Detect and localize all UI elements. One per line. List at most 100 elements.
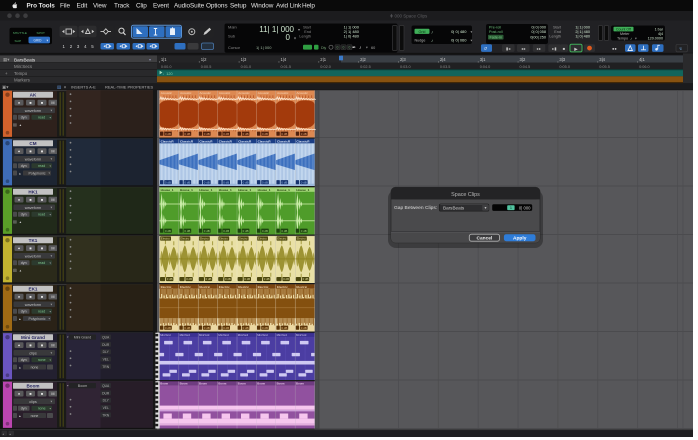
svg-text:▾: ▾	[298, 27, 300, 32]
svg-text:TK1: TK1	[29, 238, 38, 243]
svg-text:GRID: GRID	[34, 39, 43, 43]
svg-text:INSERTS A-E: INSERTS A-E	[71, 85, 96, 90]
svg-text:SLIP: SLIP	[15, 39, 22, 43]
svg-text:waveform: waveform	[25, 109, 41, 113]
svg-text:M: M	[51, 295, 54, 299]
svg-text:SHUTTLE: SHUTTLE	[13, 31, 27, 35]
svg-text:Options: Options	[206, 3, 227, 10]
svg-text:0:00.0: 0:00.0	[161, 65, 172, 69]
svg-text:Apply: Apply	[513, 235, 527, 241]
svg-text:↯: ↯	[679, 46, 682, 51]
svg-text:Edit: Edit	[77, 3, 88, 10]
svg-text:▴: ▴	[20, 220, 22, 224]
svg-text:DUR: DUR	[102, 391, 110, 395]
svg-text:dyn: dyn	[21, 358, 27, 362]
svg-text:▾: ▾	[51, 303, 53, 307]
svg-text:+: +	[5, 71, 8, 76]
svg-text:●: ●	[18, 198, 20, 202]
svg-text:Cancel: Cancel	[477, 235, 493, 241]
svg-text:▾: ▾	[51, 157, 53, 161]
svg-text:Min:Secs: Min:Secs	[14, 64, 33, 69]
svg-text:0| 000: 0| 000	[519, 205, 531, 210]
svg-text:Main: Main	[228, 25, 237, 30]
svg-text:3|2: 3|2	[520, 57, 526, 62]
svg-text:▴: ▴	[20, 123, 22, 127]
svg-text:1| 0| 480: 1| 0| 480	[344, 33, 360, 38]
svg-text:1| 1| 000: 1| 1| 000	[575, 25, 590, 29]
svg-text:▾: ▾	[635, 36, 637, 40]
svg-text:✒: ✒	[352, 45, 356, 51]
svg-text:Nudge: Nudge	[415, 39, 426, 43]
svg-text:Gap Between Clips:: Gap Between Clips:	[394, 205, 437, 211]
svg-text:Setup: Setup	[230, 3, 247, 10]
svg-text:DUR: DUR	[102, 343, 110, 347]
svg-text:●: ●	[18, 101, 20, 105]
svg-text:Markers: Markers	[14, 78, 31, 83]
svg-text:●: ●	[18, 295, 20, 299]
svg-text:●: ●	[18, 150, 20, 154]
svg-text:Grid: Grid	[419, 30, 426, 34]
svg-text:0: 0	[349, 46, 351, 50]
svg-text:0| 0| 000: 0| 0| 000	[531, 26, 546, 30]
svg-text:dyn: dyn	[21, 116, 27, 120]
svg-text:▾: ▾	[366, 46, 368, 50]
svg-text:1|4: 1|4	[280, 57, 286, 62]
svg-text:dyn: dyn	[21, 310, 27, 314]
svg-text:Length: Length	[549, 34, 561, 38]
svg-text:▮◂: ▮◂	[506, 46, 510, 51]
svg-text:0:05.0: 0:05.0	[559, 65, 570, 69]
svg-text:▾: ▾	[51, 351, 53, 355]
svg-text:3|3: 3|3	[559, 57, 565, 62]
svg-text:0:03.0: 0:03.0	[400, 65, 411, 69]
svg-text:♪: ♪	[431, 30, 433, 35]
svg-text:◂◂: ◂◂	[521, 46, 525, 51]
svg-text:Count Off: Count Off	[616, 28, 631, 32]
svg-text:0:01.0: 0:01.0	[241, 65, 252, 69]
svg-text:M: M	[51, 392, 54, 396]
svg-text:Pre-roll: Pre-roll	[489, 26, 501, 30]
svg-text:read: read	[38, 310, 45, 314]
svg-text:1|2: 1|2	[201, 57, 207, 62]
svg-text:▤: ▤	[13, 220, 17, 224]
svg-text:TRN: TRN	[102, 365, 109, 369]
svg-text:waveform: waveform	[25, 254, 41, 258]
svg-text:0:05.5: 0:05.5	[599, 65, 610, 69]
svg-text:dyn: dyn	[21, 261, 27, 265]
svg-text:▴: ▴	[20, 269, 22, 273]
svg-text:♪: ♪	[630, 36, 632, 41]
svg-text:0: 0	[343, 46, 345, 50]
svg-text:▤: ▤	[13, 123, 17, 127]
svg-text:▾: ▾	[471, 38, 473, 42]
svg-text:SPOT: SPOT	[37, 31, 46, 35]
svg-text:1|1: 1|1	[161, 57, 167, 62]
svg-text:0| 0| 480: 0| 0| 480	[451, 29, 467, 34]
svg-text:BarsBeats: BarsBeats	[14, 57, 36, 62]
svg-text:▾: ▾	[51, 109, 53, 113]
svg-text:120.0000: 120.0000	[648, 37, 663, 41]
svg-text:none: none	[38, 407, 46, 411]
svg-text:DLY: DLY	[103, 350, 110, 354]
svg-text:Dly: Dly	[321, 46, 326, 50]
svg-text:↺: ↺	[484, 46, 488, 51]
svg-text:▾: ▾	[64, 85, 66, 90]
svg-text:CM: CM	[29, 141, 36, 146]
svg-text:▦▾: ▦▾	[3, 57, 10, 62]
svg-text:▾: ▾	[47, 38, 49, 42]
svg-text:Event: Event	[153, 3, 169, 10]
svg-text:1| 1| 000: 1| 1| 000	[256, 45, 272, 50]
svg-text:0:06.0: 0:06.0	[639, 65, 650, 69]
svg-text:EK1: EK1	[29, 287, 38, 292]
svg-text:2|4: 2|4	[440, 57, 446, 62]
svg-text:dyn: dyn	[21, 213, 27, 217]
svg-text:waveform: waveform	[25, 206, 41, 210]
svg-text:0:02.0: 0:02.0	[320, 65, 331, 69]
svg-text:60: 60	[371, 46, 375, 50]
svg-text:VEL: VEL	[103, 406, 109, 410]
svg-text:0| 0| 058: 0| 0| 058	[531, 30, 546, 34]
svg-text:Window: Window	[251, 3, 274, 10]
svg-text:0:03.5: 0:03.5	[440, 65, 451, 69]
svg-text:read: read	[38, 213, 45, 217]
svg-text:Sub: Sub	[228, 34, 236, 39]
svg-text:none: none	[31, 414, 39, 418]
svg-text:View: View	[93, 3, 107, 10]
